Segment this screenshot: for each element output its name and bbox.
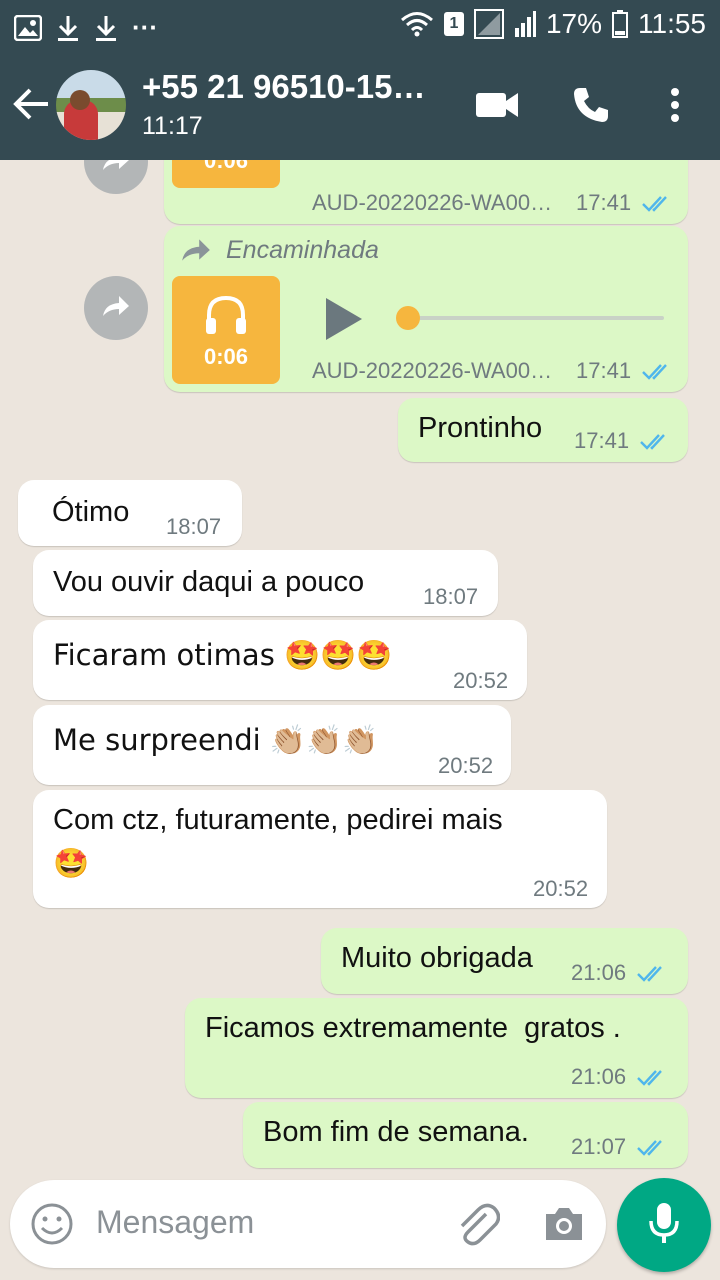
microphone-icon [648,1201,680,1250]
text-message[interactable]: Muito obrigada 21:06 [321,928,688,994]
message-input[interactable]: Mensagem [96,1204,254,1241]
sim-badge: 1 [443,12,464,36]
more-notifications: ··· [132,12,158,42]
text-message[interactable]: Bom fim de semana. 21:07 [243,1102,688,1168]
contact-status: 11:17 [142,112,203,140]
audio-filename: AUD-20220226-WA00… [312,358,553,383]
message-emoji: 🤩 [53,846,90,880]
text-message[interactable]: Com ctz, futuramente, pedirei mais 🤩 20:… [33,790,607,908]
audio-message[interactable]: Encaminhada 0:06 AUD-20220226-WA00… 17:4… [164,226,688,392]
audio-thumbnail[interactable]: 0:06 [172,276,280,384]
message-text: Bom fim de semana. [263,1116,529,1148]
audio-duration: 0:06 [203,344,249,369]
message-time: 20:52 [533,876,589,901]
download-icon [56,14,80,42]
text-message[interactable]: Vou ouvir daqui a pouco 18:07 [33,550,498,616]
audio-duration: 0:06 [203,160,249,173]
double-check-icon [637,1140,662,1156]
status-bar: ··· 1 17% 11:55 [0,0,720,52]
message-text: Ficaram otimas 🤩🤩🤩 [53,638,393,672]
back-arrow-icon[interactable] [12,82,52,126]
double-check-icon [642,364,667,380]
text-message[interactable]: Ótimo 18:07 [18,480,242,546]
message-time: 21:06 [571,1064,627,1089]
battery-percent: 17% [545,8,602,39]
phone-icon [572,86,610,129]
double-check-icon [640,434,665,450]
message-text: Prontinho [418,412,543,444]
more-vertical-icon [670,87,680,128]
message-time: 21:07 [571,1134,627,1159]
chat-header: +55 21 96510-15… 11:17 [0,52,720,160]
avatar[interactable] [56,70,126,140]
video-call-button[interactable] [474,84,520,130]
mic-button[interactable] [617,1178,711,1272]
more-options-button[interactable] [652,84,698,130]
message-text: Muito obrigada [341,942,533,974]
double-check-icon [642,196,667,212]
wifi-icon [400,11,434,37]
share-arrow-icon [101,294,131,323]
message-text: Vou ouvir daqui a pouco [53,566,365,598]
camera-icon[interactable] [542,1204,586,1249]
message-time: 20:52 [438,753,494,778]
text-message[interactable]: Ficaram otimas 🤩🤩🤩 20:52 [33,620,527,700]
signal-icon [473,9,504,39]
text-message[interactable]: Me surpreendi 👏🏼👏🏼👏🏼 20:52 [33,705,511,785]
download-icon [94,14,118,42]
message-text: Ficamos extremamente gratos . [205,1012,621,1044]
headphones-icon [204,294,248,341]
message-input-bar: Mensagem [10,1180,606,1268]
message-time: 20:52 [453,668,509,693]
message-text: Com ctz, futuramente, pedirei mais [53,804,503,836]
contact-name[interactable]: +55 21 96510-15… [142,68,425,106]
forwarded-icon [180,236,212,269]
share-arrow-icon [101,160,131,177]
video-camera-icon [475,90,519,125]
double-check-icon [637,1070,662,1086]
audio-seek-handle[interactable] [396,306,420,330]
audio-filename: AUD-20220226-WA00… [312,190,553,215]
forwarded-label: Encaminhada [226,236,379,264]
message-text: Me surpreendi 👏🏼👏🏼👏🏼 [53,723,379,757]
forward-button[interactable] [84,160,148,194]
message-text: Ótimo [52,496,130,528]
play-icon[interactable] [324,296,364,347]
audio-message[interactable]: 0:06 AUD-20220226-WA00… 17:41 [164,160,688,224]
text-message[interactable]: Ficamos extremamente gratos . 21:06 [185,998,688,1098]
clock: 11:55 [638,8,706,39]
message-time: 21:06 [571,960,627,985]
audio-progress-track[interactable] [408,316,664,320]
message-time: 17:41 [576,358,632,383]
chat-area[interactable]: 0:06 AUD-20220226-WA00… 17:41 Encaminhad… [0,160,720,1180]
attach-icon[interactable] [454,1200,501,1253]
gallery-notification-icon [14,14,42,41]
emoji-icon[interactable] [30,1202,74,1251]
signal-icon [514,10,536,38]
voice-call-button[interactable] [568,84,614,130]
message-time: 17:41 [576,190,632,215]
message-time: 18:07 [166,514,222,539]
text-message[interactable]: Prontinho 17:41 [398,398,688,462]
audio-thumbnail[interactable]: 0:06 [172,160,280,188]
message-time: 18:07 [423,584,479,609]
battery-icon [612,10,628,38]
forward-button[interactable] [84,276,148,340]
double-check-icon [637,966,662,982]
message-time: 17:41 [574,428,630,453]
